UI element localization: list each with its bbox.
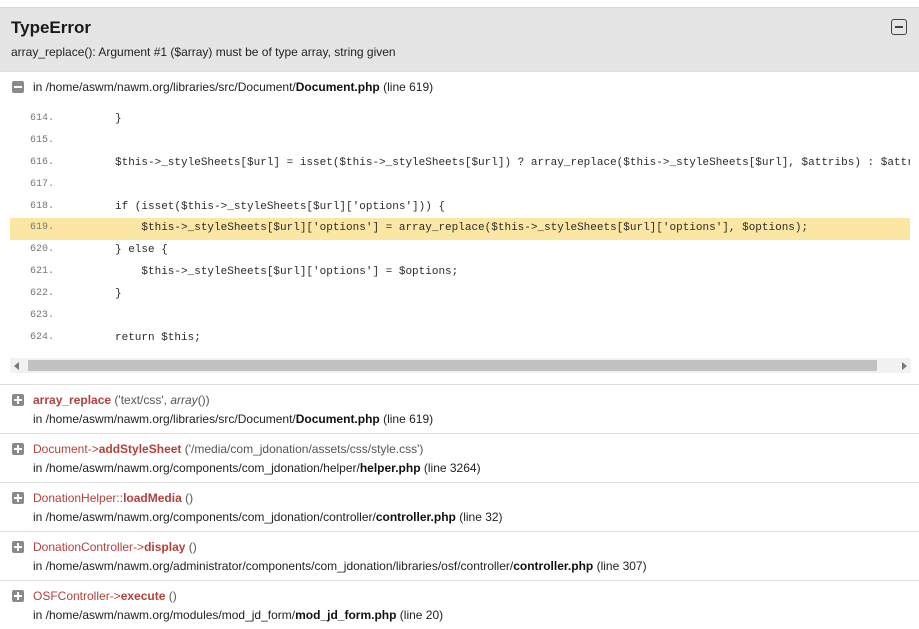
code-line: 620. } else {: [10, 240, 910, 262]
code-line: 617.: [10, 175, 910, 197]
line-number: 615.: [30, 135, 55, 146]
trace-frame[interactable]: array_replace ('text/css', array()) in /h…: [0, 384, 919, 433]
line-number: 622.: [30, 288, 55, 299]
line-number: 617.: [30, 179, 55, 190]
code-line: 621. $this->_styleSheets[$url]['options'…: [10, 262, 910, 284]
collapse-frame-icon[interactable]: [12, 81, 24, 93]
scroll-left-icon[interactable]: [14, 362, 19, 370]
trace-frame[interactable]: DonationController->display () in /home/a…: [0, 531, 919, 580]
code-excerpt: 614.} 615. 616. $this->_styleSheets[$url] =…: [10, 103, 910, 355]
trace-location: in /home/aswm/nawm.org/components/com_jd…: [33, 510, 503, 524]
top-strip: [0, 0, 919, 7]
code-text: }: [115, 113, 122, 125]
trace-call: array_replace ('text/css', array()): [33, 393, 210, 407]
code-line: 618. if (isset($this->_styleSheets[$url][…: [10, 197, 910, 219]
trace-location: in /home/aswm/nawm.org/libraries/src/Doc…: [33, 412, 434, 426]
code-text: }: [115, 288, 122, 300]
code-text: return $this;: [115, 332, 201, 344]
line-number: 619.: [30, 222, 55, 233]
line-number: 620.: [30, 244, 55, 255]
expand-frame-icon[interactable]: [12, 541, 24, 553]
line-number: 623.: [30, 310, 55, 321]
line-number: 614.: [30, 113, 55, 124]
scrollbar-thumb[interactable]: [28, 360, 877, 371]
trace-call: Document->addStyleSheet ('/media/com_jdo…: [33, 442, 424, 456]
code-text: $this->_styleSheets[$url]['options'] = a…: [115, 222, 809, 234]
code-line: 619. $this->_styleSheets[$url]['options'…: [10, 218, 910, 240]
trace-frame[interactable]: Document->addStyleSheet ('/media/com_jdo…: [0, 433, 919, 482]
trace-location: in /home/aswm/nawm.org/modules/mod_jd_fo…: [33, 608, 444, 622]
horizontal-scrollbar[interactable]: [10, 358, 911, 373]
code-text: if (isset($this->_styleSheets[$url]['opt…: [115, 201, 446, 213]
code-line: 623.: [10, 306, 910, 328]
expand-frame-icon[interactable]: [12, 590, 24, 602]
collapse-all-icon[interactable]: [891, 19, 907, 35]
error-type: TypeError: [11, 18, 91, 37]
code-line: 622.}: [10, 284, 910, 306]
code-text: } else {: [115, 244, 168, 256]
code-line: 614.}: [10, 109, 910, 131]
code-line: 624. return $this;: [10, 328, 910, 350]
error-header: TypeError array_replace(): Argument #1 (…: [0, 7, 919, 71]
code-line: 616. $this->_styleSheets[$url] = isset($t…: [10, 153, 910, 175]
frame-location: in /home/aswm/nawm.org/libraries/src/Doc…: [33, 80, 434, 94]
expand-frame-icon[interactable]: [12, 394, 24, 406]
trace-call: DonationController->display (): [33, 540, 197, 554]
trace-call: OSFController->execute (): [33, 589, 177, 603]
trace-call: DonationHelper::loadMedia (): [33, 491, 194, 505]
scroll-right-icon[interactable]: [902, 362, 907, 370]
line-number: 616.: [30, 157, 55, 168]
expand-frame-icon[interactable]: [12, 492, 24, 504]
line-number: 621.: [30, 266, 55, 277]
trace-frame[interactable]: OSFController->execute () in /home/aswm/n…: [0, 580, 919, 629]
trace-location: in /home/aswm/nawm.org/components/com_jd…: [33, 461, 481, 475]
code-text: $this->_styleSheets[$url] = isset($this-…: [115, 157, 910, 169]
code-text: $this->_styleSheets[$url]['options'] = $…: [115, 266, 459, 278]
trace-frame[interactable]: DonationHelper::loadMedia ()in /home/asw…: [0, 482, 919, 531]
line-number: 618.: [30, 201, 55, 212]
error-message: array_replace(): Argument #1 ($array) mu…: [11, 45, 396, 59]
line-number: 624.: [30, 332, 55, 343]
trace-location: in /home/aswm/nawm.org/administrator/com…: [33, 559, 647, 573]
expand-frame-icon[interactable]: [12, 443, 24, 455]
code-line: 615.: [10, 131, 910, 153]
